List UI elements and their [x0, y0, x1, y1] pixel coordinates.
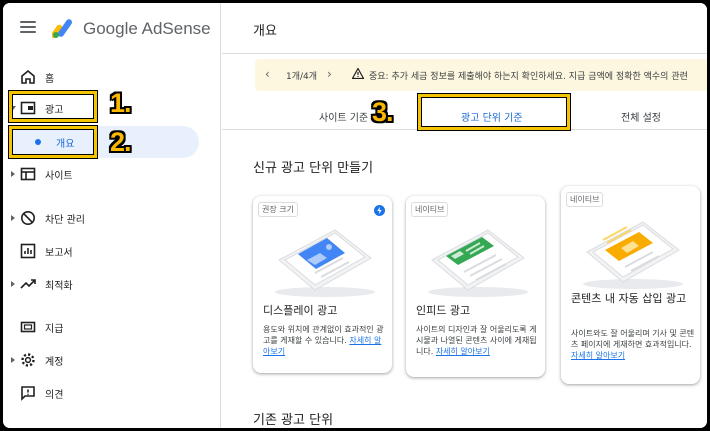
main-content: 개요 ‹ 1개/4개 › 중요: 추가 세금 정보를 제출해야 하는지 확인하세…	[222, 3, 707, 428]
sidebar-item-label: 사이트	[45, 170, 73, 182]
trending-up-icon	[20, 279, 36, 289]
sidebar-item-home[interactable]: 홈	[3, 64, 221, 90]
card-title: 콘텐츠 내 자동 삽입 광고	[571, 292, 687, 305]
native-chip: 네이티브	[411, 202, 449, 217]
tab-by-site[interactable]: 사이트 기준	[319, 109, 368, 124]
card-title: 인피드 광고	[416, 304, 471, 317]
card-in-feed-ad[interactable]: 네이티브 인피드 광고 사이트의 디자인과 잘 어울리도록 게시물과 나열된 콘…	[406, 196, 545, 377]
tab-global-settings[interactable]: 전체 설정	[621, 109, 661, 124]
card-description: 용도와 위치에 관계없이 효과적인 광고를 게재할 수 있습니다. 자세히 알아…	[263, 325, 384, 356]
chevron-right-icon	[11, 171, 15, 177]
card-description: 사이트와도 잘 어울리며 기사 및 콘텐츠 페이지에 게재하면 효과적입니다. …	[571, 329, 695, 360]
notice-banner: ‹ 1개/4개 › 중요: 추가 세금 정보를 제출해야 하는지 확인하세요. …	[255, 59, 707, 91]
sidebar: Google AdSense 홈 광고 개요 사이트 차단 관리 보고서 최적화…	[3, 3, 221, 428]
section-title-create: 신규 광고 단위 만들기	[253, 161, 374, 176]
in-feed-ad-illustration	[428, 229, 528, 297]
step-label-2: 2.	[110, 127, 132, 157]
card-title: 디스플레이 광고	[263, 304, 338, 317]
chevron-right-icon	[11, 281, 15, 287]
gear-icon	[21, 353, 35, 367]
sites-icon	[20, 167, 36, 181]
reports-icon	[20, 243, 36, 259]
native-chip: 네이티브	[566, 192, 604, 207]
sidebar-item-label: 의견	[45, 389, 64, 401]
sidebar-item-label: 최적화	[45, 280, 73, 292]
step-label-3: 3.	[372, 97, 394, 127]
chevron-right-icon	[11, 215, 15, 221]
highlight-box-tab	[417, 93, 571, 131]
learn-more-link[interactable]: 자세히 알아보기	[571, 351, 625, 360]
feedback-icon	[21, 386, 35, 401]
sidebar-item-reports[interactable]: 보고서	[3, 238, 221, 264]
page-title: 개요	[253, 24, 277, 39]
warning-icon	[352, 68, 364, 79]
sidebar-item-account[interactable]: 계정	[3, 347, 221, 373]
highlight-box-overview	[8, 125, 98, 159]
card-in-article-ad[interactable]: 네이티브 콘텐츠 내 자동 삽입 광고 사이트와도 잘 어울리며 기사 및 콘텐…	[561, 186, 700, 384]
learn-more-link[interactable]: 자세히 알아보기	[436, 347, 490, 356]
in-article-ad-illustration	[583, 221, 683, 289]
chevron-right-icon[interactable]: ›	[327, 67, 332, 81]
sidebar-item-optimization[interactable]: 최적화	[3, 271, 221, 297]
banner-message: 중요: 추가 세금 정보를 제출해야 하는지 확인하세요. 지급 금액에 정확한…	[369, 72, 688, 82]
block-icon	[21, 211, 35, 225]
sidebar-item-feedback[interactable]: 의견	[3, 380, 221, 406]
adsense-logo-icon	[52, 19, 73, 39]
sidebar-item-label: 계정	[45, 356, 64, 368]
sidebar-item-label: 보고서	[45, 247, 73, 259]
chevron-right-icon	[11, 357, 15, 363]
banner-pager: 1개/4개	[286, 72, 318, 82]
highlight-box-ads	[8, 90, 98, 123]
sidebar-item-block-management[interactable]: 차단 관리	[3, 205, 221, 231]
section-title-existing: 기존 광고 단위	[253, 413, 334, 428]
header-divider	[222, 53, 707, 54]
recommended-size-chip: 권장 크기	[258, 202, 298, 217]
chevron-left-icon[interactable]: ‹	[265, 67, 270, 81]
payments-icon	[20, 321, 36, 333]
bolt-icon	[374, 205, 385, 216]
step-label-1: 1.	[110, 88, 132, 118]
sidebar-item-label: 홈	[45, 73, 55, 85]
card-display-ad[interactable]: 권장 크기 디스플레이 광고 용도와 위치에 관계없이 효과적인 광고를 게재할…	[253, 196, 392, 373]
sidebar-item-payments[interactable]: 지급	[3, 314, 221, 340]
menu-icon[interactable]	[20, 21, 36, 33]
home-icon	[21, 69, 35, 84]
sidebar-item-label: 차단 관리	[45, 214, 85, 226]
app-window: Google AdSense 홈 광고 개요 사이트 차단 관리 보고서 최적화…	[3, 3, 707, 428]
brand-name[interactable]: Google AdSense	[83, 19, 211, 39]
sidebar-item-label: 지급	[45, 323, 64, 335]
sidebar-item-sites[interactable]: 사이트	[3, 161, 221, 187]
display-ad-illustration	[275, 229, 375, 297]
card-description: 사이트의 디자인과 잘 어울리도록 게시물과 나열된 콘텐츠 사이에 게재됩니다…	[416, 325, 537, 356]
